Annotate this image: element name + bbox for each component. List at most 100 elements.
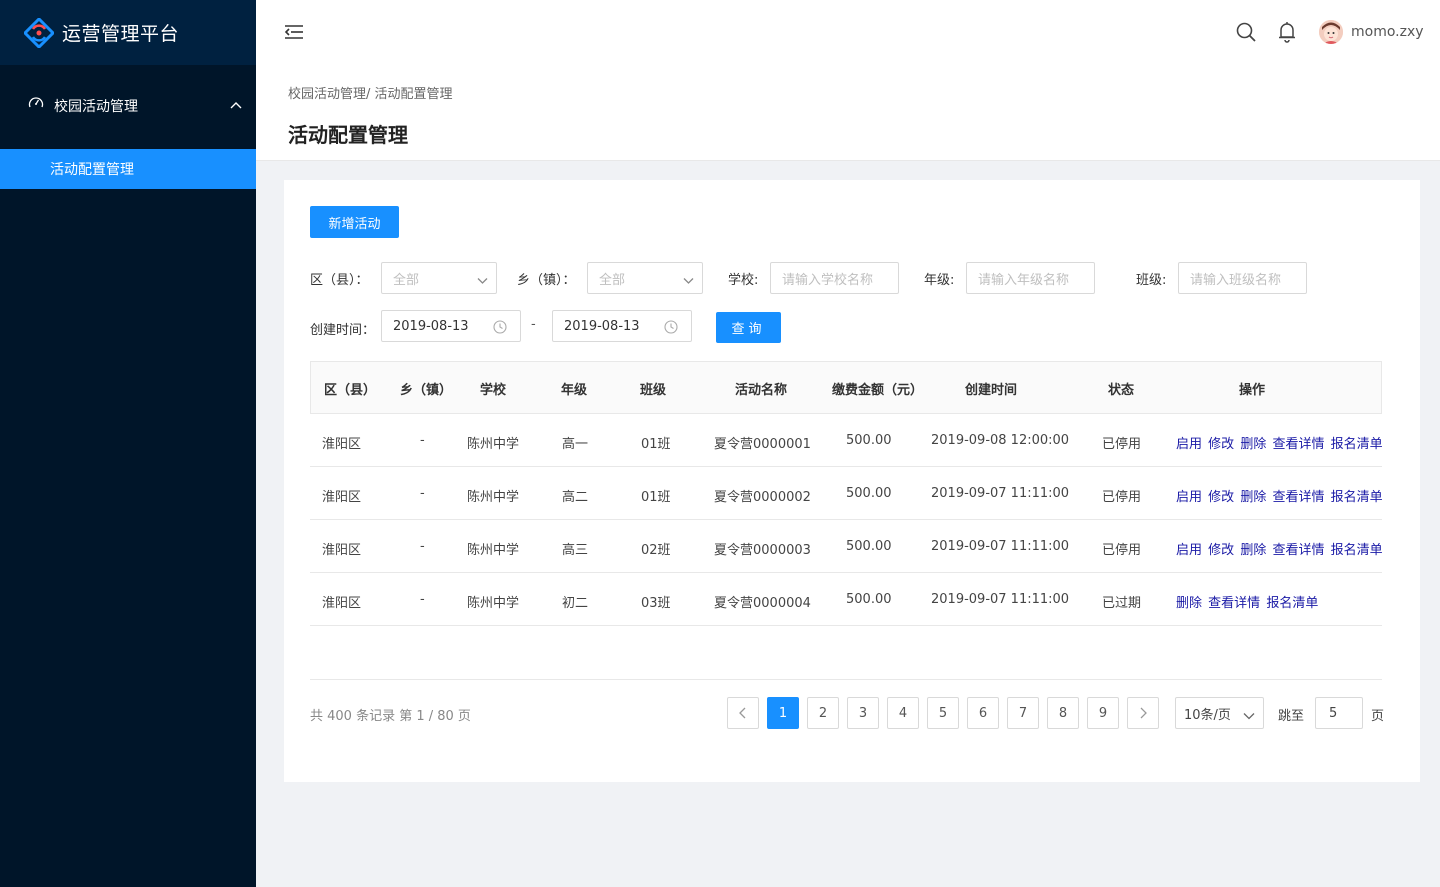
cell-class: 03班 — [641, 596, 671, 611]
breadcrumb[interactable]: 校园活动管理/ 活动配置管理 — [288, 83, 453, 102]
prev-page-button[interactable] — [727, 697, 759, 729]
signup-list-link[interactable]: 报名清单 — [1331, 490, 1383, 505]
view-details-link[interactable]: 查看详情 — [1272, 437, 1324, 452]
avatar[interactable] — [1319, 20, 1343, 44]
page-1-button[interactable]: 1 — [767, 697, 799, 729]
clock-icon — [493, 320, 507, 334]
cell-activity-name: 夏令营0000002 — [714, 490, 811, 505]
edit-link[interactable]: 修改 — [1208, 543, 1234, 558]
district-label: 区（县）： — [310, 273, 369, 288]
username[interactable]: momo.zxy — [1351, 24, 1424, 40]
table-row: 淮阳区 - 陈州中学 初二 03班 夏令营0000004 500.00 2019… — [310, 573, 1382, 626]
page-size-select[interactable]: 10条/页 — [1175, 697, 1264, 729]
cell-town: - — [420, 433, 425, 448]
cell-district: 淮阳区 — [322, 543, 362, 558]
cell-district: 淮阳区 — [322, 596, 362, 611]
date-range-separator: - — [531, 317, 536, 332]
class-input[interactable]: 请输入班级名称 — [1178, 262, 1307, 294]
cell-grade: 高一 — [562, 437, 589, 452]
logo-icon — [22, 16, 56, 49]
edit-link[interactable]: 修改 — [1208, 490, 1234, 505]
cell-actions: 删除 查看详情 报名清单 — [1176, 592, 1320, 611]
next-page-button[interactable] — [1127, 697, 1159, 729]
jump-unit: 页 — [1371, 709, 1385, 724]
end-date-picker[interactable]: 2019-08-13 — [552, 310, 692, 342]
cell-class: 01班 — [641, 490, 671, 505]
cell-town: - — [420, 592, 425, 607]
column-header: 状态 — [1108, 383, 1135, 398]
delete-link[interactable]: 删除 — [1240, 543, 1266, 558]
enable-link[interactable]: 启用 — [1176, 543, 1202, 558]
cell-actions: 启用 修改 删除 查看详情 报名清单 — [1176, 433, 1385, 452]
district-select[interactable]: 全部 — [381, 262, 497, 294]
cell-status: 已停用 — [1102, 543, 1142, 558]
cell-school: 陈州中学 — [467, 543, 520, 558]
table-row: 淮阳区 - 陈州中学 高一 01班 夏令营0000001 500.00 2019… — [310, 414, 1385, 467]
school-label: 学校: — [728, 273, 759, 288]
enable-link[interactable]: 启用 — [1176, 490, 1202, 505]
enable-link[interactable]: 启用 — [1176, 437, 1202, 452]
chevron-left-icon — [739, 707, 746, 719]
page-6-button[interactable]: 6 — [967, 697, 999, 729]
add-activity-button[interactable]: 新增活动 — [310, 206, 399, 238]
cell-town: - — [420, 539, 425, 554]
bell-icon[interactable] — [1277, 21, 1297, 43]
cell-town: - — [420, 486, 425, 501]
search-icon[interactable] — [1236, 22, 1256, 42]
page-title: 活动配置管理 — [288, 123, 408, 147]
cell-activity-name: 夏令营0000003 — [714, 543, 811, 558]
page-3-button[interactable]: 3 — [847, 697, 879, 729]
class-label: 班级: — [1136, 273, 1167, 288]
cell-school: 陈州中学 — [467, 596, 520, 611]
query-button[interactable]: 查询 — [716, 312, 781, 343]
menu-fold-icon[interactable] — [284, 22, 304, 42]
signup-list-link[interactable]: 报名清单 — [1266, 596, 1318, 611]
sidebar: 运营管理平台 校园活动管理 活动配置管理 — [0, 0, 256, 887]
school-input[interactable]: 请输入学校名称 — [770, 262, 899, 294]
cell-school: 陈州中学 — [467, 490, 520, 505]
delete-link[interactable]: 删除 — [1240, 437, 1266, 452]
town-select[interactable]: 全部 — [587, 262, 703, 294]
page-4-button[interactable]: 4 — [887, 697, 919, 729]
page-9-button[interactable]: 9 — [1087, 697, 1119, 729]
chevron-right-icon — [1140, 707, 1147, 719]
top-header: momo.zxy — [256, 0, 1440, 64]
page-7-button[interactable]: 7 — [1007, 697, 1039, 729]
table-row: 淮阳区 - 陈州中学 高二 01班 夏令营0000002 500.00 2019… — [310, 467, 1383, 520]
edit-link[interactable]: 修改 — [1208, 437, 1234, 452]
view-details-link[interactable]: 查看详情 — [1272, 543, 1324, 558]
column-header: 活动名称 — [735, 383, 788, 398]
page-header: 校园活动管理/ 活动配置管理 活动配置管理 — [256, 64, 1440, 161]
delete-link[interactable]: 删除 — [1176, 596, 1202, 611]
page-2-button[interactable]: 2 — [807, 697, 839, 729]
cell-created: 2019-09-07 11:11:00 — [931, 486, 1070, 501]
page-8-button[interactable]: 8 — [1047, 697, 1079, 729]
column-header: 创建时间 — [965, 383, 1018, 398]
jump-label: 跳至 — [1278, 709, 1305, 724]
sidebar-group-campus[interactable]: 校园活动管理 — [0, 82, 256, 130]
jump-page-input[interactable]: 5 — [1315, 697, 1363, 729]
chevron-down-icon — [1243, 709, 1255, 720]
page-5-button[interactable]: 5 — [927, 697, 959, 729]
start-date-picker[interactable]: 2019-08-13 — [381, 310, 521, 342]
column-header: 缴费金额（元） — [832, 383, 924, 398]
signup-list-link[interactable]: 报名清单 — [1331, 437, 1383, 452]
signup-list-link[interactable]: 报名清单 — [1331, 543, 1383, 558]
cell-grade: 高二 — [562, 490, 589, 505]
cell-class: 02班 — [641, 543, 671, 558]
content-card: 新增活动 区（县）： 全部 乡（镇）： 全部 学校: 请输入学校名称 年级: 请… — [284, 180, 1420, 782]
cell-status: 已停用 — [1102, 490, 1142, 505]
delete-link[interactable]: 删除 — [1240, 490, 1266, 505]
grade-input[interactable]: 请输入年级名称 — [966, 262, 1095, 294]
town-label: 乡（镇）： — [517, 273, 576, 288]
logo[interactable]: 运营管理平台 — [0, 0, 256, 65]
dashboard-icon — [28, 95, 44, 111]
cell-grade: 初二 — [562, 596, 589, 611]
column-header: 乡（镇） — [400, 383, 453, 398]
view-details-link[interactable]: 查看详情 — [1272, 490, 1324, 505]
cell-created: 2019-09-08 12:00:00 — [931, 433, 1070, 448]
sidebar-item-activity-config[interactable]: 活动配置管理 — [0, 149, 256, 189]
view-details-link[interactable]: 查看详情 — [1208, 596, 1260, 611]
app-title: 运营管理平台 — [62, 23, 180, 45]
chevron-down-icon — [477, 274, 488, 284]
